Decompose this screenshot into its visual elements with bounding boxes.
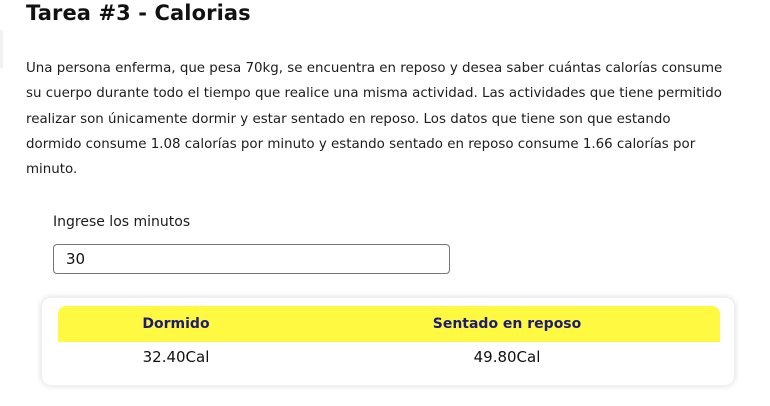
problem-description: Una persona enferma, que pesa 70kg, se e… (26, 61, 723, 178)
value-dormido: 32.40Cal (142, 348, 210, 366)
value-sentado-en-reposo: 49.80Cal (473, 348, 541, 366)
results-header: Dormido Sentado en reposo (58, 306, 720, 342)
left-edge-divider (0, 30, 3, 68)
page-title: Tarea #3 - Calorias (26, 1, 251, 25)
minutes-input[interactable] (53, 244, 450, 274)
page: Tarea #3 - Calorias Una persona enferma,… (0, 0, 770, 406)
header-dormido: Dormido (142, 316, 210, 332)
results-card: Dormido Sentado en reposo 32.40Cal 49.80… (41, 297, 735, 386)
header-sentado-en-reposo: Sentado en reposo (432, 316, 582, 332)
minutes-label: Ingrese los minutos (53, 214, 191, 230)
